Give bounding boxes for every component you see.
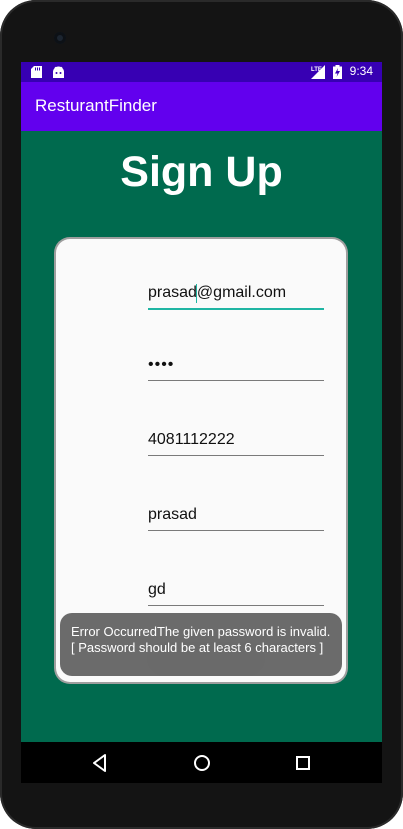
navigation-bar [21, 742, 382, 783]
android-icon [53, 66, 64, 78]
error-toast: Error OccurredThe given password is inva… [60, 613, 342, 676]
status-bar: LTE 9:34 [21, 62, 382, 82]
text-cursor [196, 284, 197, 303]
device-screen: LTE 9:34 ResturantFinder Sign Up prasad@… [21, 62, 382, 783]
back-icon[interactable] [89, 752, 111, 774]
phone-field[interactable]: 4081112222 [148, 429, 324, 456]
first-name-field-value: prasad [148, 506, 197, 523]
page-title: Sign Up [120, 148, 283, 196]
first-name-field[interactable]: prasad [148, 504, 324, 531]
toast-message: Error OccurredThe given password is inva… [71, 624, 331, 655]
sd-card-icon [31, 66, 42, 78]
svg-text:LTE: LTE [311, 67, 322, 73]
status-time: 9:34 [349, 64, 373, 78]
email-field-value: prasad@gmail.com [148, 284, 287, 301]
recents-icon[interactable] [292, 752, 314, 774]
last-name-field-value: gd [148, 581, 166, 598]
app-bar: ResturantFinder [21, 82, 382, 131]
app-title: ResturantFinder [35, 96, 157, 115]
battery-charging-icon [333, 65, 342, 79]
password-field[interactable]: •••• [148, 354, 324, 381]
last-name-field[interactable]: gd [148, 579, 324, 606]
home-icon[interactable] [191, 752, 213, 774]
phone-frame: LTE 9:34 ResturantFinder Sign Up prasad@… [0, 0, 403, 829]
email-field[interactable]: prasad@gmail.com [148, 282, 324, 310]
password-field-value: •••• [148, 356, 175, 373]
lte-signal-icon: LTE [311, 65, 325, 79]
phone-field-value: 4081112222 [148, 431, 235, 448]
front-camera [54, 32, 66, 44]
